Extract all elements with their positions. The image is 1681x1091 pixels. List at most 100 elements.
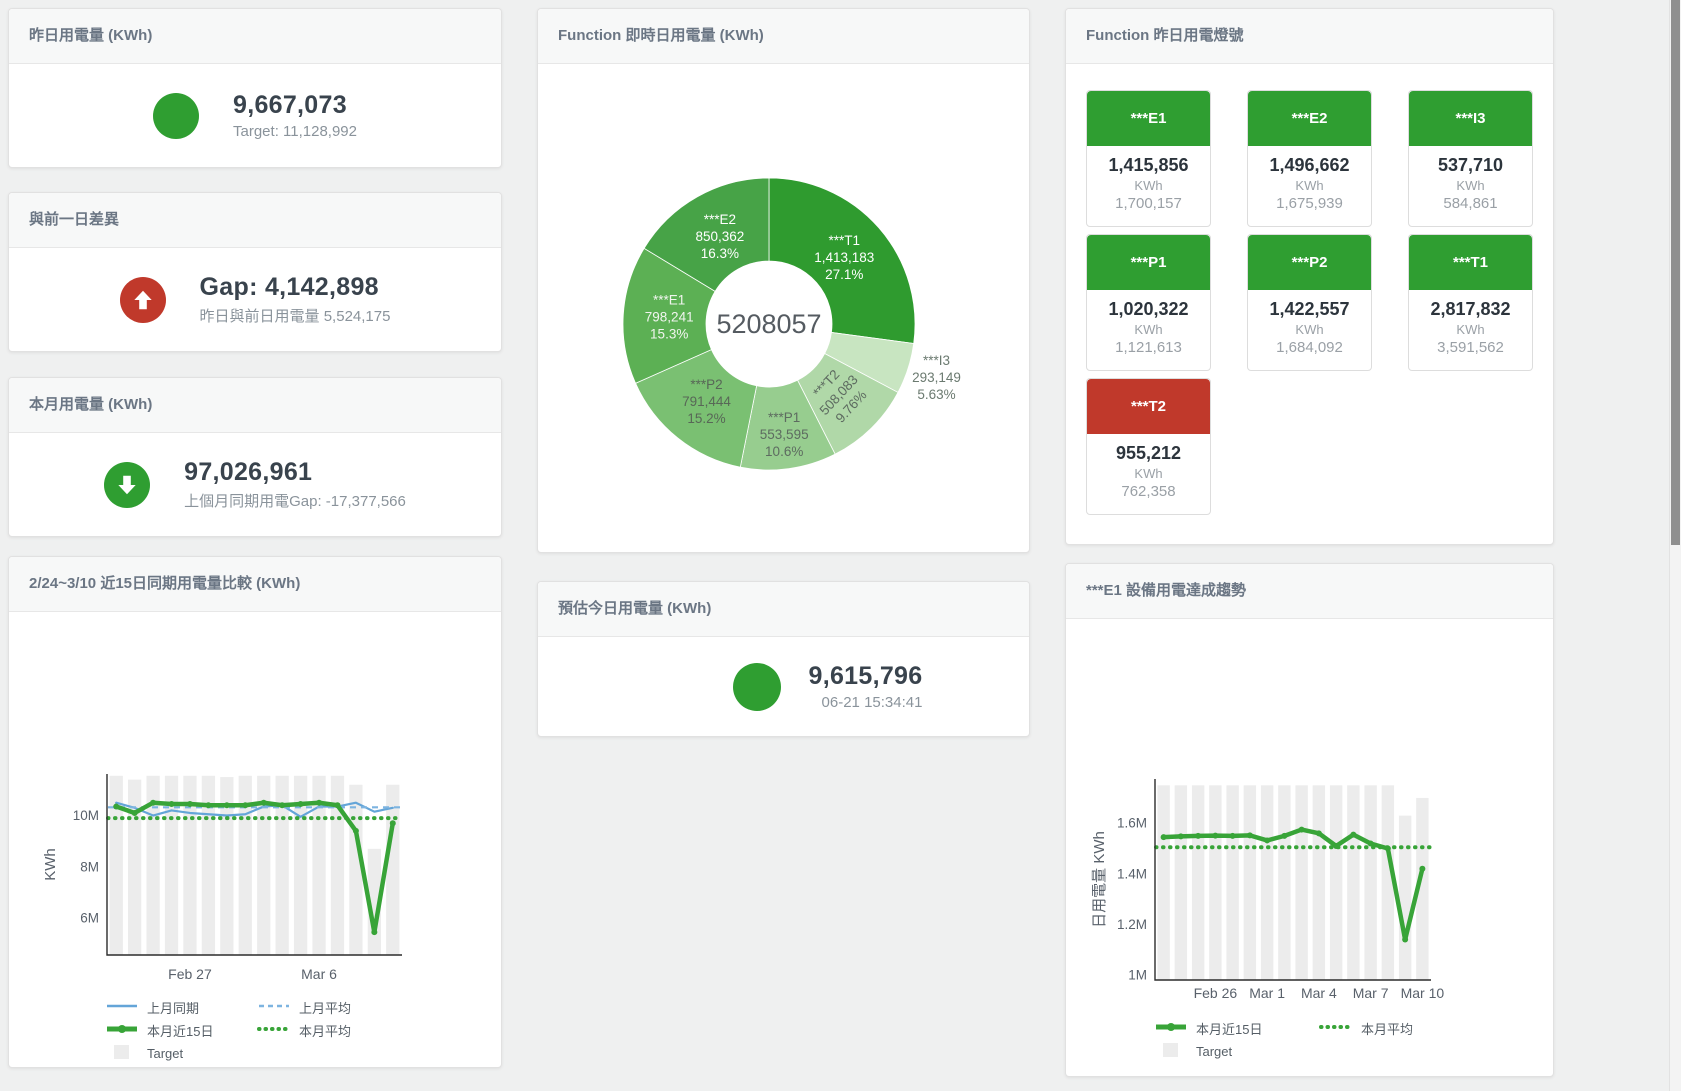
data-point: [1178, 833, 1184, 839]
donut-center-total: 5208057: [716, 309, 821, 339]
tile-unit: KWh: [1087, 466, 1210, 481]
data-point: [316, 800, 322, 806]
tile-target-value: 762,358: [1087, 483, 1210, 500]
compare-chart-area: 6M8M10MFeb 27Mar 6KWh 上月同期上月平均本月近15日 本月平均…: [9, 612, 501, 1063]
panel-title: 本月用電量 (KWh): [9, 378, 501, 433]
target-bar: [1209, 785, 1221, 980]
tile-unit: KWh: [1248, 322, 1371, 337]
stat-subtext: Target: 11,128,992: [233, 123, 357, 140]
data-point: [279, 802, 285, 808]
data-point: [1195, 833, 1201, 839]
panel-title: 昨日用電量 (KWh): [9, 9, 501, 64]
legend-label: 本月平均: [1361, 1019, 1413, 1038]
target-bar: [1313, 785, 1325, 980]
legend-label: 本月平均: [299, 1021, 351, 1040]
compare-chart: 6M8M10MFeb 27Mar 6KWh: [39, 768, 434, 991]
tile-unit: KWh: [1087, 322, 1210, 337]
target-bar: [1244, 785, 1256, 980]
tile-target-value: 1,121,613: [1087, 339, 1210, 356]
e1-trend-chart: 1M1.2M1.4M1.6MFeb 26Mar 1Mar 4Mar 7Mar 1…: [1088, 773, 1458, 1010]
status-tile-I3: ***I3537,710KWh584,861: [1408, 90, 1533, 227]
x-tick-label: Mar 6: [301, 966, 337, 982]
legend-item-dotted[interactable]: 本月平均: [1319, 1018, 1484, 1038]
tile-unit: KWh: [1409, 178, 1532, 193]
panel-title: Function 即時日用電量 (KWh): [538, 9, 1029, 64]
stat-subtext: 昨日與前日用電量 5,524,175: [200, 305, 391, 326]
arrow-up-icon: [120, 277, 166, 323]
legend-item-dashed[interactable]: 上月平均: [257, 997, 409, 1017]
panel-yesterday-usage: 昨日用電量 (KWh) 9,667,073 Target: 11,128,992: [8, 8, 502, 168]
data-point: [205, 802, 211, 808]
tiles-grid: ***E11,415,856KWh1,700,157***E21,496,662…: [1066, 64, 1553, 515]
data-point: [353, 828, 359, 834]
legend-swatch: [257, 999, 291, 1016]
donut-chart: ***T11,413,18327.1%***I3293,1495.63%***T…: [538, 64, 1029, 553]
legend-label: Target: [147, 1046, 183, 1061]
data-point: [242, 802, 248, 808]
x-tick-label: Mar 10: [1401, 985, 1445, 1001]
data-point: [150, 800, 156, 806]
data-point: [1247, 832, 1253, 838]
panel-title: Function 昨日用電燈號: [1066, 9, 1553, 64]
panel-e1-trend: ***E1 設備用電達成趨勢 1M1.2M1.4M1.6MFeb 26Mar 1…: [1065, 563, 1554, 1077]
panel-title: 與前一日差異: [9, 193, 501, 248]
data-point: [1316, 830, 1322, 836]
status-tile-T1: ***T12,817,832KWh3,591,562: [1408, 234, 1533, 371]
legend-swatch: [105, 1045, 139, 1062]
tile-target-value: 1,684,092: [1248, 339, 1371, 356]
arrow-down-icon: [104, 462, 150, 508]
target-bar: [1175, 785, 1187, 980]
legend-swatch: [1154, 1020, 1188, 1037]
donut-label: ***I3293,1495.63%: [912, 353, 961, 402]
target-bar: [1226, 785, 1238, 980]
data-point: [187, 801, 193, 807]
legend-swatch: [105, 1022, 139, 1039]
target-bar: [349, 785, 362, 955]
data-point: [298, 801, 304, 807]
status-tile-P1: ***P1 1,020,322 KWh 1,121,613: [1086, 234, 1211, 371]
legend-swatch: [105, 999, 139, 1016]
data-point: [371, 929, 377, 935]
stat-value: 97,026,961: [184, 458, 406, 487]
legend-item-line[interactable]: 上月同期: [105, 997, 257, 1017]
stat-body: 9,667,073 Target: 11,128,992: [9, 64, 501, 167]
tile-value: 1,496,662: [1248, 155, 1371, 176]
y-tick-label: 1M: [1128, 967, 1147, 982]
panel-realtime-donut: Function 即時日用電量 (KWh) ***T11,413,18327.1…: [537, 8, 1030, 553]
tile-value: 1,422,557: [1248, 299, 1371, 320]
stat-body: Gap: 4,142,898 昨日與前日用電量 5,524,175: [9, 248, 501, 351]
data-point: [224, 802, 230, 808]
data-point: [261, 800, 267, 806]
tile-value: 955,212: [1087, 443, 1210, 464]
target-bar: [1364, 785, 1376, 980]
panel-compare-chart: 2/24~3/10 近15日同期用電量比較 (KWh) 6M8M10MFeb 2…: [8, 556, 502, 1068]
data-point: [113, 804, 119, 810]
panel-title: 2/24~3/10 近15日同期用電量比較 (KWh): [9, 557, 501, 612]
tile-value: 1,020,322: [1087, 299, 1210, 320]
legend-item-box[interactable]: Target: [105, 1043, 257, 1063]
y-tick-label: 1.6M: [1117, 816, 1147, 831]
legend-item-thick[interactable]: 本月近15日: [1154, 1018, 1319, 1038]
target-bar: [1399, 816, 1411, 980]
legend-item-box[interactable]: Target: [1154, 1041, 1319, 1061]
stat-body: 9,615,796 06-21 15:34:41: [582, 637, 1073, 736]
e1-chart-legend: 本月近15日 本月平均 Target: [1154, 1018, 1553, 1061]
data-point: [1264, 837, 1270, 843]
status-tile-T2: ***T2 955,212 KWh 762,358: [1086, 378, 1211, 515]
legend-item-thick[interactable]: 本月近15日: [105, 1020, 257, 1040]
target-bar: [1261, 785, 1273, 980]
data-point: [132, 810, 138, 816]
x-tick-label: Mar 1: [1249, 985, 1285, 1001]
stat-value: 9,667,073: [233, 91, 357, 120]
tile-target-value: 1,675,939: [1248, 195, 1371, 212]
legend-item-dotted[interactable]: 本月平均: [257, 1020, 409, 1040]
tile-header: ***T2: [1087, 379, 1210, 434]
stat-body: 97,026,961 上個月同期用電Gap: -17,377,566: [9, 433, 501, 536]
target-bar: [1330, 785, 1342, 980]
tile-header: ***P1: [1087, 235, 1210, 290]
legend-swatch: [257, 1022, 291, 1039]
tile-value: 2,817,832: [1409, 299, 1532, 320]
data-point: [1161, 834, 1167, 840]
y-tick-label: 10M: [73, 808, 99, 823]
scrollbar-thumb[interactable]: [1671, 0, 1680, 545]
